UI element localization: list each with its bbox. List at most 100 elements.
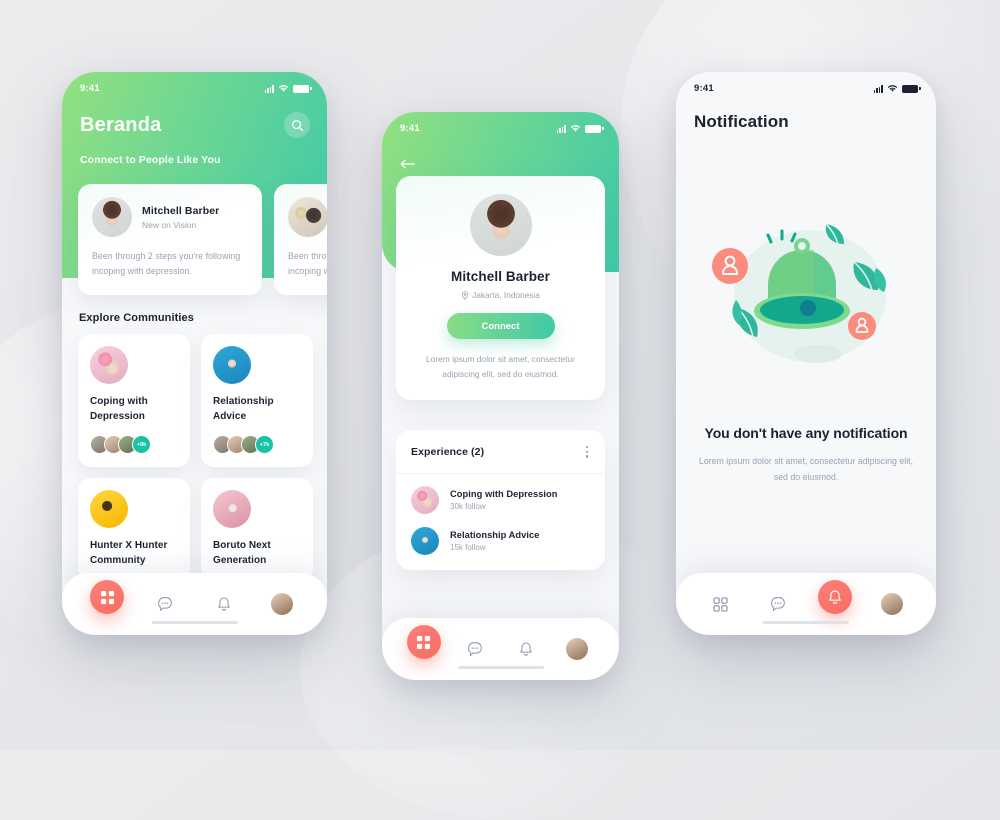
member-stack: +9k bbox=[90, 435, 178, 454]
bottom-tab-bar bbox=[62, 573, 327, 635]
experience-list: Coping with Depression 30k follow Relati… bbox=[396, 474, 605, 570]
home-indicator bbox=[457, 665, 544, 669]
experience-item[interactable]: Relationship Advice 15k follow bbox=[411, 526, 590, 555]
avatar bbox=[288, 197, 327, 237]
screen-profile: 9:41 Mitchell Barber Jakarta, Indonesia … bbox=[382, 112, 619, 680]
tab-notifications[interactable] bbox=[207, 587, 241, 621]
person-body: Been through 2 steps you're following in… bbox=[288, 251, 327, 277]
page-title: Notification bbox=[694, 112, 789, 131]
community-card[interactable]: Hunter X Hunter Community bbox=[78, 478, 190, 581]
status-bar-home: 9:41 bbox=[62, 72, 327, 94]
experience-card: Experience (2) Coping with Depression 30… bbox=[396, 430, 605, 570]
people-carousel[interactable]: Mitchell Barber New on Vision Been throu… bbox=[78, 184, 327, 295]
battery-icon bbox=[293, 84, 312, 93]
status-time: 9:41 bbox=[694, 83, 714, 94]
chat-icon bbox=[770, 597, 785, 611]
tab-profile[interactable] bbox=[560, 632, 594, 666]
person-meta: New on Vision bbox=[142, 219, 197, 230]
status-bar-profile: 9:41 bbox=[382, 112, 619, 134]
community-avatar bbox=[90, 490, 128, 528]
communities-grid: Coping with Depression +9k Relationship … bbox=[78, 334, 313, 581]
chat-icon bbox=[468, 642, 482, 656]
experience-item-follow: 30k follow bbox=[450, 501, 486, 511]
person-card-header: Sarah Lin New on Vision bbox=[288, 197, 327, 237]
profile-name: Mitchell Barber bbox=[450, 269, 551, 284]
experience-item[interactable]: Coping with Depression 30k follow bbox=[411, 485, 590, 514]
grid-icon bbox=[100, 590, 114, 604]
avatar bbox=[270, 593, 293, 615]
community-avatar bbox=[411, 485, 439, 514]
person-card[interactable]: Sarah Lin New on Vision Been through 2 s… bbox=[274, 184, 327, 295]
avatar bbox=[92, 197, 132, 237]
community-card[interactable]: Boruto Next Generation bbox=[201, 478, 313, 581]
empty-state-description: Lorem ipsum dolor sit amet, consectetur … bbox=[698, 456, 914, 483]
avatar bbox=[880, 593, 903, 615]
status-time: 9:41 bbox=[80, 83, 100, 94]
profile-location-text: Jakarta, Indonesia bbox=[472, 290, 540, 300]
person-name: Mitchell Barber bbox=[142, 204, 220, 217]
experience-title: Experience (2) bbox=[411, 445, 485, 458]
tab-messages[interactable] bbox=[458, 632, 492, 666]
member-count-badge: +9k bbox=[132, 435, 151, 454]
wifi-icon bbox=[571, 125, 580, 132]
empty-state: You don't have any notification Lorem ip… bbox=[676, 220, 936, 486]
bottom-tab-bar bbox=[382, 618, 619, 680]
member-count-badge: +7k bbox=[255, 435, 274, 454]
tab-profile[interactable] bbox=[875, 587, 909, 621]
connect-button[interactable]: Connect bbox=[446, 313, 555, 339]
tab-messages[interactable] bbox=[761, 587, 795, 621]
experience-item-name: Coping with Depression bbox=[450, 488, 558, 499]
person-card[interactable]: Mitchell Barber New on Vision Been throu… bbox=[78, 184, 262, 295]
empty-state-heading: You don't have any notification bbox=[704, 425, 908, 441]
home-indicator bbox=[151, 620, 238, 624]
status-indicators bbox=[873, 84, 921, 93]
battery-icon bbox=[585, 124, 604, 133]
empty-bell-illustration bbox=[712, 223, 886, 363]
back-button[interactable] bbox=[398, 154, 418, 174]
tab-home[interactable] bbox=[704, 587, 738, 621]
status-indicators bbox=[556, 124, 604, 133]
bell-icon bbox=[217, 597, 230, 611]
member-stack: +7k bbox=[213, 435, 301, 454]
bell-icon bbox=[520, 642, 532, 656]
grid-icon bbox=[713, 596, 728, 612]
bell-icon bbox=[828, 589, 841, 604]
section-title-explore: Explore Communities bbox=[79, 312, 194, 324]
search-button[interactable] bbox=[284, 112, 310, 138]
page-subtitle: Connect to People Like You bbox=[80, 154, 221, 166]
tab-notifications[interactable] bbox=[817, 580, 852, 614]
community-avatar bbox=[213, 490, 251, 528]
arrow-left-icon bbox=[400, 159, 415, 169]
community-card[interactable]: Coping with Depression +9k bbox=[78, 334, 190, 467]
tab-notifications[interactable] bbox=[509, 632, 543, 666]
community-name: Hunter X Hunter Community bbox=[90, 540, 168, 566]
phone-home-screen: 9:41 Beranda Connect to People Like You bbox=[62, 72, 327, 635]
signal-icon bbox=[556, 124, 566, 133]
tab-home[interactable] bbox=[406, 625, 441, 659]
tab-messages[interactable] bbox=[148, 587, 182, 621]
location-pin-icon bbox=[461, 290, 469, 300]
avatar bbox=[566, 638, 589, 660]
community-card[interactable]: Relationship Advice +7k bbox=[201, 334, 313, 467]
bottom-tab-bar bbox=[676, 573, 936, 635]
community-name: Relationship Advice bbox=[213, 396, 274, 422]
tab-home[interactable] bbox=[90, 580, 125, 614]
community-avatar bbox=[90, 346, 128, 384]
profile-location: Jakarta, Indonesia bbox=[412, 290, 589, 300]
search-icon bbox=[291, 119, 303, 131]
community-name: Boruto Next Generation bbox=[213, 540, 271, 566]
profile-card: Mitchell Barber Jakarta, Indonesia Conne… bbox=[396, 176, 605, 401]
phone-profile-screen: 9:41 Mitchell Barber Jakarta, Indonesia … bbox=[382, 112, 619, 680]
chat-icon bbox=[158, 597, 173, 611]
screen-notification: 9:41 Notification You don't have any not… bbox=[676, 72, 936, 635]
grid-icon bbox=[417, 635, 431, 649]
experience-item-name: Relationship Advice bbox=[450, 529, 540, 540]
kebab-menu-icon[interactable] bbox=[584, 444, 590, 460]
wifi-icon bbox=[279, 85, 288, 92]
status-bar-notification: 9:41 bbox=[676, 72, 936, 94]
experience-header: Experience (2) bbox=[396, 430, 605, 474]
tab-profile[interactable] bbox=[265, 587, 299, 621]
status-time: 9:41 bbox=[400, 123, 420, 134]
wifi-icon bbox=[888, 85, 897, 92]
signal-icon bbox=[264, 84, 274, 93]
